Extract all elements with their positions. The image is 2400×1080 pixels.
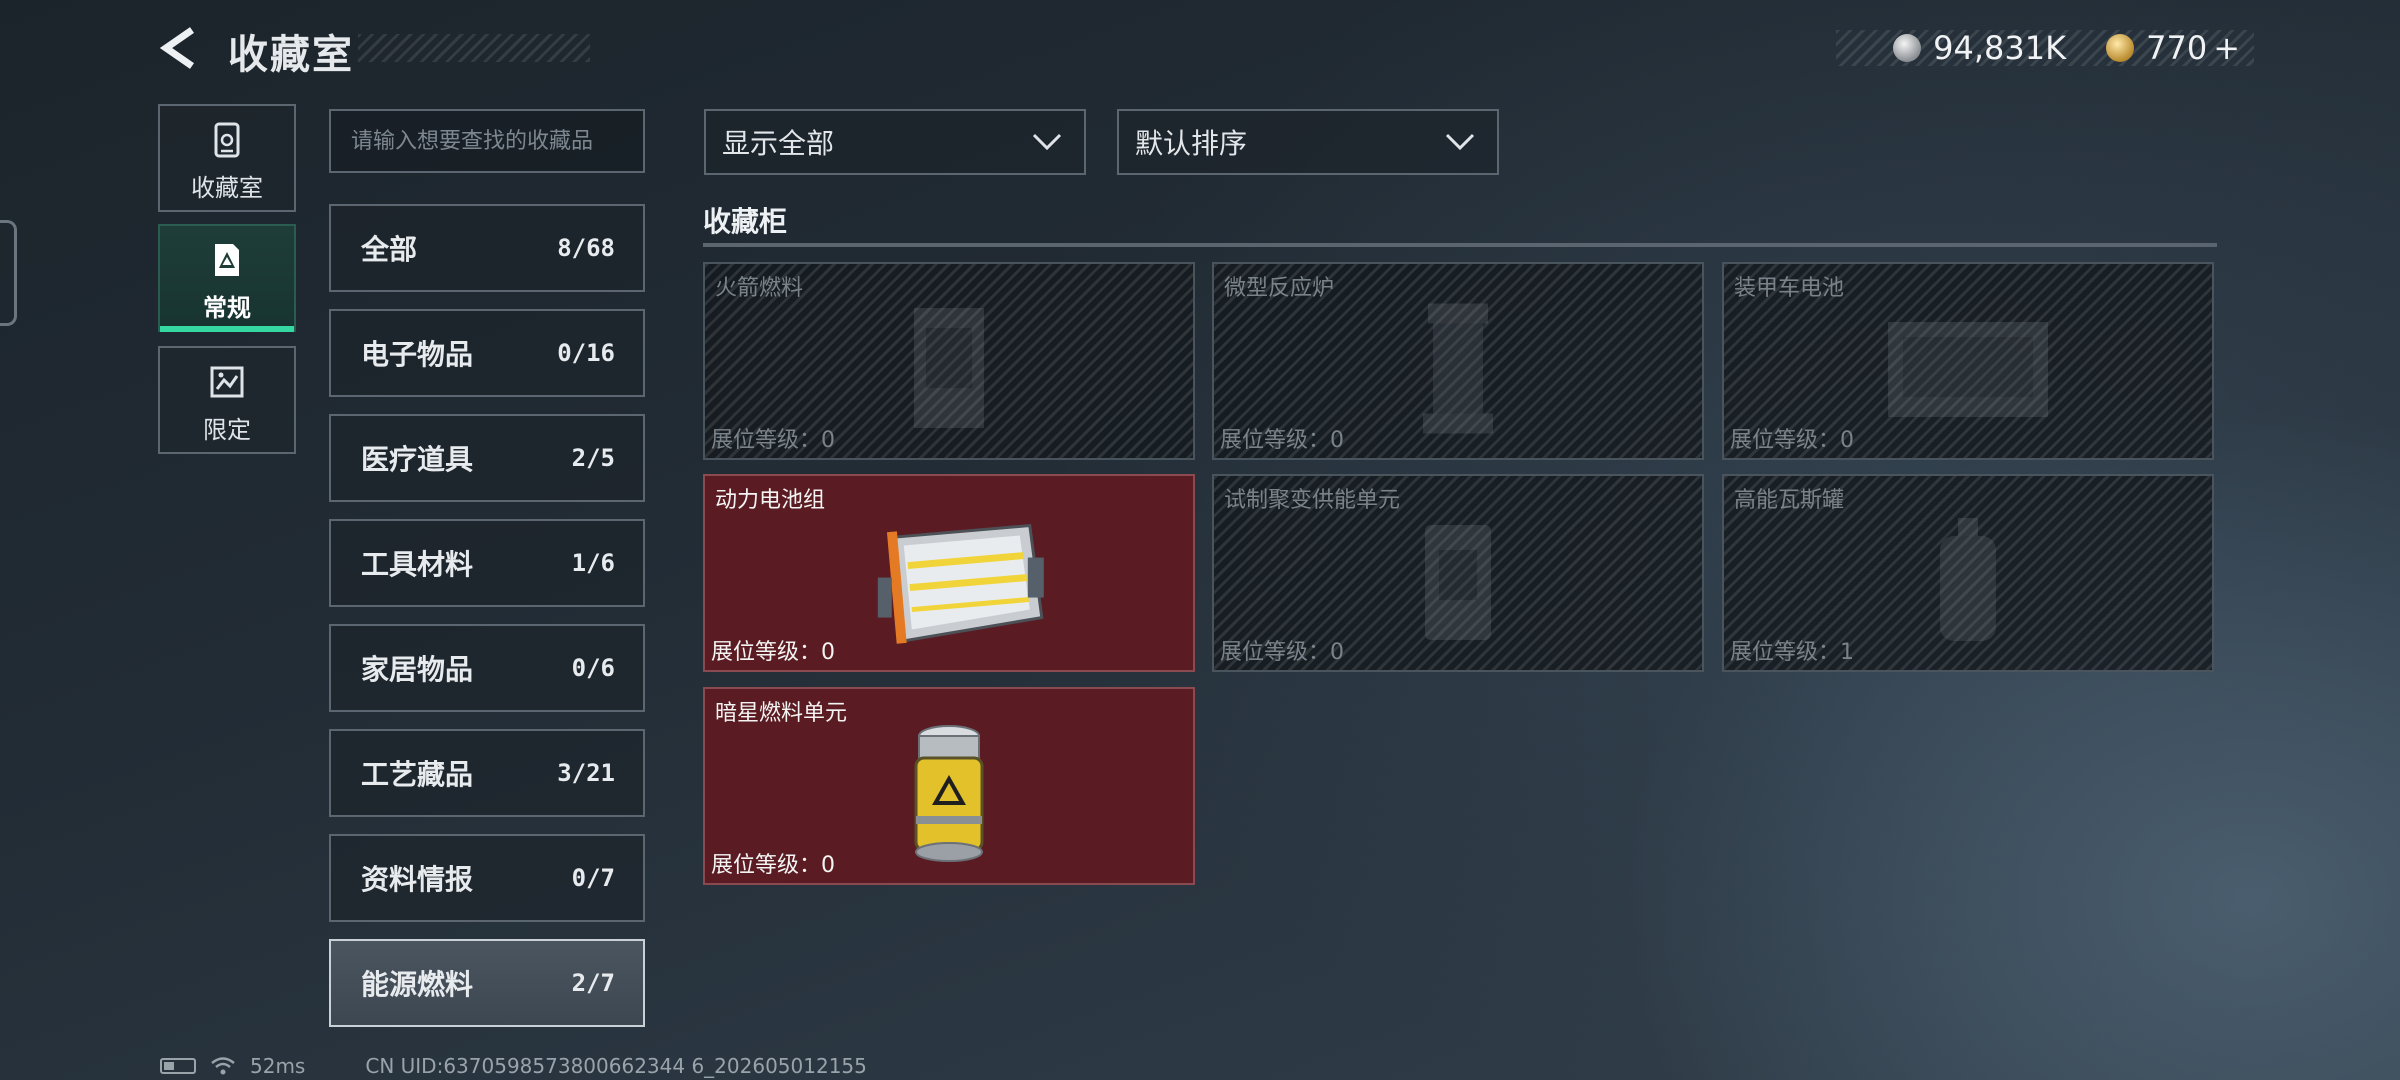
item-name: 装甲车电池 xyxy=(1734,276,1845,301)
category-tools[interactable]: 工具材料 1/6 xyxy=(329,519,645,607)
item-level: 展位等级：0 xyxy=(1730,428,1854,453)
category-intel[interactable]: 资料情报 0/7 xyxy=(329,834,645,922)
chevron-down-icon xyxy=(1445,133,1475,151)
item-name: 动力电池组 xyxy=(715,488,826,513)
category-name: 工艺藏品 xyxy=(361,758,474,791)
item-card-high-energy-gas-tank[interactable]: 高能瓦斯罐 展位等级：1 xyxy=(1722,474,2214,672)
category-count: 2/7 xyxy=(571,969,615,997)
item-level: 展位等级：1 xyxy=(1730,640,1854,665)
title-decoration xyxy=(358,34,590,62)
dropdown-value: 默认排序 xyxy=(1135,127,1248,160)
category-crafts[interactable]: 工艺藏品 3/21 xyxy=(329,729,645,817)
section-divider xyxy=(703,243,2217,247)
item-level: 展位等级：0 xyxy=(1220,428,1344,453)
prototype-fusion-unit-image xyxy=(1425,525,1491,640)
category-count: 1/6 xyxy=(571,549,615,577)
high-energy-gas-tank-image xyxy=(1940,518,1996,641)
category-count: 2/5 xyxy=(571,444,615,472)
item-name: 高能瓦斯罐 xyxy=(1734,488,1845,513)
dropdown-value: 显示全部 xyxy=(722,127,835,160)
collection-room-icon xyxy=(214,122,240,158)
regular-icon xyxy=(215,244,239,276)
category-count: 0/7 xyxy=(571,864,615,892)
side-tab-label: 常规 xyxy=(203,294,251,322)
edge-bracket xyxy=(0,220,17,326)
category-name: 医疗道具 xyxy=(361,443,474,476)
item-card-power-battery-pack[interactable]: 动力电池组 展位等级：0 xyxy=(703,474,1195,672)
dark-star-fuel-unit-image xyxy=(914,725,984,862)
power-battery-pack-image xyxy=(877,523,1044,644)
category-count: 8/68 xyxy=(557,234,615,262)
add-currency-button[interactable]: + xyxy=(2213,29,2240,67)
category-name: 家居物品 xyxy=(361,653,474,686)
item-name: 试制聚变供能单元 xyxy=(1224,488,1401,513)
category-all[interactable]: 全部 8/68 xyxy=(329,204,645,292)
item-level: 展位等级：0 xyxy=(711,853,835,878)
gold-coin-icon xyxy=(2106,34,2135,62)
wifi-icon xyxy=(211,1057,235,1075)
category-count: 0/16 xyxy=(557,339,615,367)
back-arrow-icon xyxy=(159,27,194,69)
category-household[interactable]: 家居物品 0/6 xyxy=(329,624,645,712)
category-name: 资料情报 xyxy=(361,863,474,896)
armored-vehicle-battery-image xyxy=(1888,322,2048,417)
category-electronics[interactable]: 电子物品 0/16 xyxy=(329,309,645,397)
category-name: 工具材料 xyxy=(361,548,474,581)
category-name: 能源燃料 xyxy=(361,968,474,1001)
back-button[interactable] xyxy=(158,26,202,70)
user-uid: CN UID:6370598573800662344 6_20260501215… xyxy=(365,1054,867,1078)
category-count: 3/21 xyxy=(557,759,615,787)
silver-coin-icon xyxy=(1893,34,1922,62)
display-filter-dropdown[interactable]: 显示全部 xyxy=(704,109,1086,175)
side-tab-collection-room[interactable]: 收藏室 xyxy=(158,104,296,212)
item-name: 暗星燃料单元 xyxy=(715,701,848,726)
item-card-armored-vehicle-battery[interactable]: 装甲车电池 展位等级：0 xyxy=(1722,262,2214,460)
item-card-rocket-fuel[interactable]: 火箭燃料 展位等级：0 xyxy=(703,262,1195,460)
silver-amount: 94,831K xyxy=(1933,29,2067,67)
micro-reactor-image xyxy=(1423,303,1493,434)
gold-amount: 770 xyxy=(2146,29,2208,67)
rocket-fuel-image xyxy=(914,308,984,428)
item-card-dark-star-fuel-unit[interactable]: 暗星燃料单元 展位等级：0 xyxy=(703,687,1195,885)
currency-bar: 94,831K 770 + xyxy=(1836,29,2254,67)
status-bar: 52ms CN UID:6370598573800662344 6_202605… xyxy=(160,1054,867,1078)
side-tab-regular[interactable]: 常规 xyxy=(158,224,296,332)
item-name: 火箭燃料 xyxy=(715,276,804,301)
sort-dropdown[interactable]: 默认排序 xyxy=(1117,109,1499,175)
category-name: 电子物品 xyxy=(361,338,474,371)
battery-icon xyxy=(160,1058,196,1074)
search-input[interactable] xyxy=(329,109,645,173)
section-title: 收藏柜 xyxy=(703,205,788,238)
ping-value: 52ms xyxy=(250,1054,306,1078)
item-level: 展位等级：0 xyxy=(711,428,835,453)
category-count: 0/6 xyxy=(571,654,615,682)
page-title: 收藏室 xyxy=(228,32,354,78)
item-level: 展位等级：0 xyxy=(711,640,835,665)
category-medical[interactable]: 医疗道具 2/5 xyxy=(329,414,645,502)
side-tab-label: 收藏室 xyxy=(191,174,263,202)
item-name: 微型反应炉 xyxy=(1224,276,1335,301)
limited-icon xyxy=(210,366,244,398)
side-tab-label: 限定 xyxy=(203,416,251,444)
category-energy-fuel[interactable]: 能源燃料 2/7 xyxy=(329,939,645,1027)
item-card-prototype-fusion-unit[interactable]: 试制聚变供能单元 展位等级：0 xyxy=(1212,474,1704,672)
item-level: 展位等级：0 xyxy=(1220,640,1344,665)
item-card-micro-reactor[interactable]: 微型反应炉 展位等级：0 xyxy=(1212,262,1704,460)
side-tab-limited[interactable]: 限定 xyxy=(158,346,296,454)
category-name: 全部 xyxy=(361,233,418,266)
chevron-down-icon xyxy=(1032,133,1062,151)
